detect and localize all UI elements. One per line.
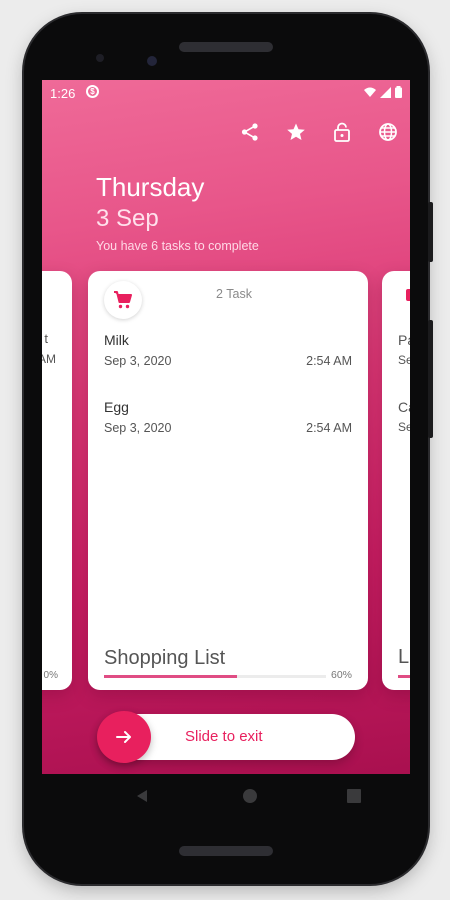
item-date: Sep 3, 2020 xyxy=(104,421,172,435)
toolbar xyxy=(238,120,400,144)
slide-handle[interactable] xyxy=(97,711,151,763)
globe-icon[interactable] xyxy=(376,120,400,144)
system-navbar xyxy=(42,774,410,818)
category-icon xyxy=(406,289,410,301)
task-count: 2 Task xyxy=(216,287,252,301)
list-card-shopping[interactable]: 2 Task Milk Sep 3, 2020 2:54 AM Egg Sep … xyxy=(88,271,368,690)
card-peek-text: Pa xyxy=(398,332,410,348)
battery-icon xyxy=(395,86,402,98)
card-peek-progress: 0% xyxy=(43,670,58,681)
card-peek-text: Se xyxy=(398,353,410,367)
item-time: 2:54 AM xyxy=(306,421,352,435)
front-camera xyxy=(147,56,157,66)
slide-to-exit[interactable]: Slide to exit xyxy=(97,711,355,763)
power-button xyxy=(428,202,433,262)
volume-button xyxy=(428,320,433,438)
list-item[interactable]: Milk Sep 3, 2020 2:54 AM xyxy=(104,332,352,368)
slide-label: Slide to exit xyxy=(185,728,263,745)
status-time: 1:26 xyxy=(50,86,76,101)
list-item[interactable]: Egg Sep 3, 2020 2:54 AM xyxy=(104,399,352,435)
date-heading: 3 Sep xyxy=(96,205,159,232)
top-speaker xyxy=(179,42,273,52)
item-time: 2:54 AM xyxy=(306,354,352,368)
card-peek-text: AM xyxy=(42,352,56,366)
card-peek-text: Se xyxy=(398,420,410,434)
bottom-speaker xyxy=(179,846,273,856)
item-name: Egg xyxy=(104,399,129,415)
list-card-previous[interactable]: t AM 0% xyxy=(42,271,72,690)
progress-label: 60% xyxy=(330,669,352,681)
item-name: Milk xyxy=(104,332,129,348)
home-icon[interactable] xyxy=(240,786,260,806)
signal-icon xyxy=(380,86,391,98)
share-icon[interactable] xyxy=(238,120,262,144)
card-peek-progress-fill xyxy=(398,675,410,678)
wifi-icon xyxy=(364,87,376,97)
lock-icon[interactable] xyxy=(330,120,354,144)
data-saver-icon: $ xyxy=(86,85,99,98)
arrow-right-icon xyxy=(116,731,131,743)
card-peek-title: Li xyxy=(398,646,410,668)
back-icon[interactable] xyxy=(132,786,152,806)
recents-icon[interactable] xyxy=(344,786,364,806)
front-sensor xyxy=(96,54,104,62)
list-title: Shopping List xyxy=(104,647,226,669)
phone-frame: 1:26 $ Thursday 3 Sep You have 6 tasks t… xyxy=(24,14,433,884)
card-peek-text: Ca xyxy=(398,399,410,415)
tasks-summary: You have 6 tasks to complete xyxy=(96,239,259,253)
card-peek-text: t xyxy=(44,331,48,346)
app-screen: 1:26 $ Thursday 3 Sep You have 6 tasks t… xyxy=(42,80,410,774)
star-icon[interactable] xyxy=(284,120,308,144)
day-heading: Thursday xyxy=(96,172,205,202)
progress-bar xyxy=(104,675,326,678)
status-bar: 1:26 $ xyxy=(42,80,410,106)
item-date: Sep 3, 2020 xyxy=(104,354,172,368)
progress-fill xyxy=(104,675,238,678)
list-card-next[interactable]: Pa Se Ca Se Li xyxy=(382,271,410,690)
